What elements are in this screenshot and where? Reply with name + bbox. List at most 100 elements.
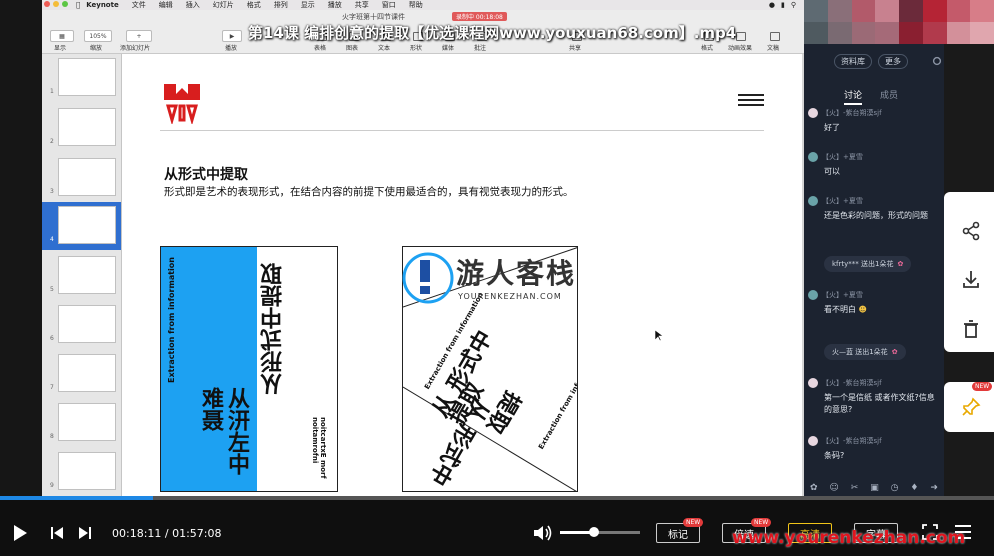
left-black-strip (0, 0, 42, 496)
thumb-image (58, 58, 116, 96)
poster-card-1: Extraction from information 从形式中提取 从汧左中 … (160, 246, 338, 492)
tab-discussion[interactable]: 讨论 (844, 88, 863, 105)
clock-icon[interactable]: ◷ (891, 483, 899, 493)
slide-thumb[interactable]: 1 (42, 54, 121, 102)
battery-icon[interactable]: ▮ (781, 1, 785, 9)
thumb-image (58, 305, 116, 343)
chat-message: 【火】-紫台朔漠sjf 好了 (808, 108, 942, 134)
message-text: 第一个是信纸 或者作文纸?信息的意思? (824, 393, 935, 414)
menubar-status-icons: ● ▮ ⚲ (769, 1, 796, 9)
menu-app[interactable]: Keynote (86, 1, 119, 9)
avatar (808, 378, 818, 388)
table-label: 表格 (314, 45, 327, 52)
apple-icon[interactable]:  (76, 1, 80, 9)
menu-edit[interactable]: 编辑 (159, 0, 173, 10)
flower-gift-icon[interactable]: ✿ (810, 483, 818, 493)
slide-number: 9 (50, 482, 54, 489)
slide-number: 6 (50, 335, 54, 342)
thumb-image (58, 256, 116, 294)
scissors-icon[interactable]: ✂ (851, 483, 859, 493)
previous-icon[interactable] (50, 526, 64, 540)
volume-knob[interactable] (588, 527, 599, 537)
trash-icon (964, 320, 978, 338)
comment-label: 批注 (474, 45, 487, 52)
share-button[interactable] (960, 220, 982, 242)
menu-file[interactable]: 文件 (132, 0, 146, 10)
chat-top-buttons: 资料库 更多 (834, 54, 908, 69)
flower-icon: ✿ (897, 260, 904, 268)
slide-thumb[interactable]: 6 (42, 301, 121, 349)
format-label: 格式 (701, 45, 714, 52)
site-url-watermark: www.yourenkezhan.com (732, 528, 966, 548)
delete-button[interactable] (960, 318, 982, 340)
add-slide-button[interactable]: + (126, 30, 152, 42)
new-tag: NEW (751, 518, 772, 527)
send-arrow-icon[interactable]: ➜ (930, 483, 938, 493)
avatar (808, 196, 818, 206)
more-button[interactable]: 更多 (878, 54, 908, 69)
slide-canvas[interactable]: 从形式中提取 形式即是艺术的表现形式，在结合内容的前提下使用最适合的，具有视觉表… (122, 54, 802, 496)
slide-number: 1 (50, 88, 54, 95)
slide-thumb[interactable]: 9 (42, 448, 121, 496)
document-icon[interactable] (770, 32, 780, 41)
play-icon[interactable] (12, 524, 28, 542)
menu-slide[interactable]: 幻灯片 (213, 0, 234, 10)
message-text: 条码? (824, 451, 845, 460)
play-button[interactable]: ▶ (222, 30, 242, 42)
view-label: 显示 (54, 45, 67, 52)
slide-corner-mark-icon (738, 94, 764, 106)
slide-thumb[interactable]: 8 (42, 399, 121, 447)
gift-text: kfrty*** 送出1朵花 (832, 260, 894, 268)
image-icon[interactable]: ▣ (870, 483, 879, 493)
slide-number: 7 (50, 384, 54, 391)
search-icon[interactable]: ⚲ (791, 1, 796, 9)
avatar (808, 436, 818, 446)
volume-icon[interactable] (533, 524, 553, 542)
site-logo-watermark: 游人客栈 YOURENKEZHAN.COM (402, 250, 632, 310)
menu-window[interactable]: 窗口 (382, 0, 396, 10)
slide-number: 8 (50, 433, 54, 440)
slide-thumb-active[interactable]: 4 (42, 202, 121, 250)
zoom-window-icon[interactable] (62, 1, 68, 7)
menu-help[interactable]: 帮助 (409, 0, 423, 10)
animate-icon[interactable] (736, 32, 746, 41)
menu-format[interactable]: 格式 (247, 0, 261, 10)
slide-thumb[interactable]: 2 (42, 104, 121, 152)
next-icon[interactable] (78, 526, 92, 540)
zoom-select[interactable]: 105% (84, 30, 112, 42)
share-nodes-icon (962, 221, 980, 241)
download-button[interactable] (960, 268, 982, 290)
pin-button[interactable] (960, 396, 982, 418)
share-label: 共享 (569, 45, 582, 52)
thumb-image (58, 108, 116, 146)
chat-message: 【火】+夏雪 还是色彩的问题，形式的问题 (808, 196, 942, 222)
media-label: 媒体 (442, 45, 455, 52)
minimize-window-icon[interactable] (53, 1, 59, 7)
tab-members[interactable]: 成员 (880, 88, 898, 105)
chat-input-toolbar: ✿ ☺ ✂ ▣ ◷ ♦ ➜ (804, 480, 944, 496)
volume-slider[interactable] (560, 531, 640, 534)
slide-thumb[interactable]: 7 (42, 350, 121, 398)
menu-view[interactable]: 显示 (301, 0, 315, 10)
slide-thumb[interactable]: 5 (42, 252, 121, 300)
menu-arrange[interactable]: 排列 (274, 0, 288, 10)
slide-thumb[interactable]: 3 (42, 154, 121, 202)
pin-icon (962, 397, 981, 416)
close-window-icon[interactable] (44, 1, 50, 7)
library-button[interactable]: 资料库 (834, 54, 872, 69)
message-author: 【火】+夏雪 (822, 291, 863, 299)
mouse-cursor-icon (655, 330, 663, 342)
view-button[interactable]: ▦ (50, 30, 74, 42)
menu-play[interactable]: 播放 (328, 0, 342, 10)
thumb-image (58, 403, 116, 441)
settings-icon[interactable] (932, 56, 942, 66)
bell-icon[interactable]: ♦ (910, 483, 918, 493)
chart-label: 图表 (346, 45, 359, 52)
emoji-picker-icon[interactable]: ☺ (829, 483, 838, 493)
wifi-icon[interactable]: ● (769, 1, 775, 9)
new-tag: NEW (683, 518, 704, 527)
menu-share[interactable]: 共享 (355, 0, 369, 10)
menu-insert[interactable]: 插入 (186, 0, 200, 10)
watermark-badge-icon (402, 252, 454, 304)
document-label: 文稿 (767, 45, 780, 52)
